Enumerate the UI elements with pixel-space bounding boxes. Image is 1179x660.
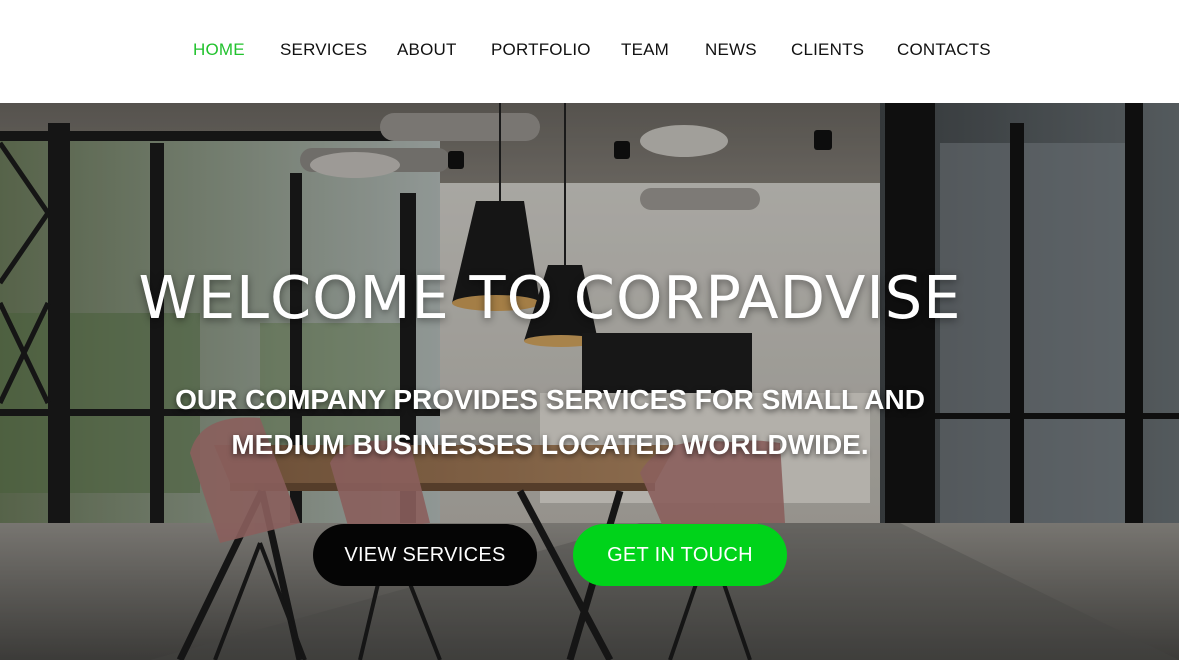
view-services-button[interactable]: VIEW SERVICES bbox=[313, 524, 537, 586]
nav-item-contacts[interactable]: CONTACTS bbox=[897, 38, 991, 62]
hero-subtitle-line-2: MEDIUM BUSINESSES LOCATED WORLDWIDE. bbox=[231, 429, 869, 460]
get-in-touch-button[interactable]: GET IN TOUCH bbox=[573, 524, 787, 586]
hero-title: WELCOME TO CORPADVISE bbox=[138, 263, 962, 332]
nav-item-clients[interactable]: CLIENTS bbox=[791, 38, 864, 62]
nav-item-home[interactable]: HOME bbox=[193, 38, 245, 62]
hero-subtitle: OUR COMPANY PROVIDES SERVICES FOR SMALL … bbox=[160, 377, 940, 467]
main-nav: HOME SERVICES ABOUT PORTFOLIO TEAM NEWS … bbox=[0, 38, 1179, 62]
hero-section: WELCOME TO CORPADVISE OUR COMPANY PROVID… bbox=[0, 103, 1179, 660]
hero-subtitle-line-1: OUR COMPANY PROVIDES SERVICES FOR SMALL … bbox=[175, 384, 925, 415]
nav-item-team[interactable]: TEAM bbox=[621, 38, 669, 62]
nav-item-services[interactable]: SERVICES bbox=[280, 38, 367, 62]
nav-item-news[interactable]: NEWS bbox=[705, 38, 757, 62]
nav-item-about[interactable]: ABOUT bbox=[397, 38, 457, 62]
nav-item-portfolio[interactable]: PORTFOLIO bbox=[491, 38, 591, 62]
site-header: HOME SERVICES ABOUT PORTFOLIO TEAM NEWS … bbox=[0, 0, 1179, 103]
